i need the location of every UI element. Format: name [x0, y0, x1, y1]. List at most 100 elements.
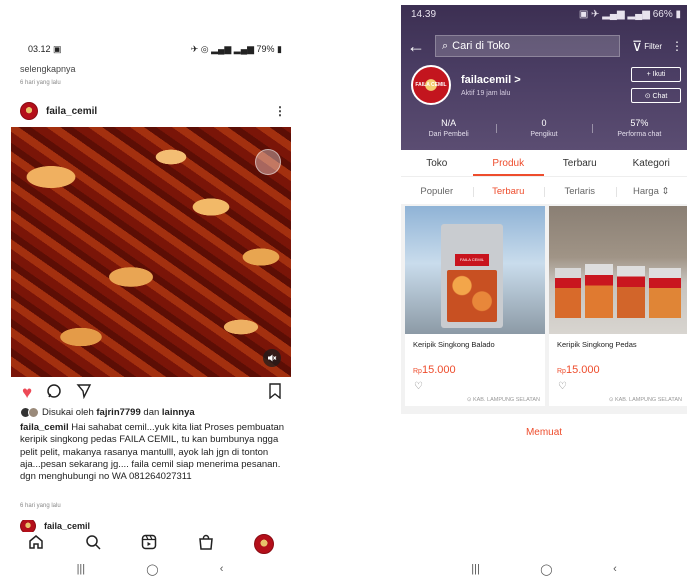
likes-user[interactable]: fajrin7799 [96, 407, 140, 418]
status-time: 03.12 [28, 44, 51, 54]
post-caption: faila_cemil Hai sahabat cemil...yuk kita… [20, 422, 286, 483]
avatar[interactable] [20, 102, 38, 120]
home-button-icon[interactable]: ◯ [146, 563, 158, 580]
video-watermark [255, 149, 281, 175]
avatar[interactable] [20, 520, 36, 532]
signal-icons: ▣ ✈ ▂▄▆ ▂▄▆ [578, 9, 653, 20]
post-time: 6 hari yang lalu [20, 503, 61, 509]
filter-button[interactable]: ⊽ Filter [632, 38, 662, 55]
product-chips [447, 270, 497, 322]
stat-value: N/A [441, 118, 457, 128]
stat-label: Pengikut [530, 131, 558, 138]
liker-avatars [20, 407, 39, 418]
bottom-navigation [12, 532, 286, 556]
shop-info: FAILA CEMIL failacemil > Aktif 19 jam la… [411, 65, 681, 105]
stat-label: Dari Pembeli [428, 131, 469, 138]
shop-search-input[interactable]: ⌕ Cari di Toko [435, 35, 620, 57]
tab-produk[interactable]: Produk [472, 152, 544, 176]
recent-apps-icon[interactable]: ||| [471, 563, 480, 580]
post-username[interactable]: faila_cemil [46, 106, 97, 117]
product-location: ⊙ KAB. LAMPUNG SELATAN [466, 397, 540, 403]
product-price: Rp15.000 [557, 364, 600, 376]
shop-active-status: Aktif 19 jam lalu [461, 89, 511, 97]
previous-post-time: 6 hari yang lalu [20, 80, 61, 86]
next-post-username[interactable]: faila_cemil [44, 521, 90, 531]
volume-off-icon[interactable] [263, 349, 281, 367]
home-button-icon[interactable]: ◯ [540, 563, 552, 580]
product-package [555, 268, 581, 318]
product-location: ⊙ KAB. LAMPUNG SELATAN [608, 397, 682, 403]
follow-button[interactable]: + Ikuti [631, 67, 681, 82]
post-video[interactable] [11, 127, 291, 377]
more-options-icon[interactable]: ⋮ [671, 39, 683, 53]
stat-chat-performance: 57% Performa chat [591, 118, 687, 146]
reels-icon[interactable] [141, 534, 157, 554]
system-navigation: ||| ◯ ‹ [401, 563, 687, 580]
more-options-icon[interactable]: ⋮ [274, 104, 286, 118]
back-button-icon[interactable]: ‹ [220, 563, 224, 580]
recent-apps-icon[interactable]: ||| [77, 563, 86, 580]
sort-populer[interactable]: Populer [401, 180, 473, 204]
sort-terlaris[interactable]: Terlaris [544, 180, 616, 204]
shop-logo-text: FAILA CEMIL [415, 82, 447, 88]
chat-button[interactable]: ⊙ Chat [631, 88, 681, 103]
home-icon[interactable] [28, 534, 44, 554]
product-image [549, 206, 687, 334]
next-post-header: faila_cemil [20, 520, 90, 532]
signal-icons: ✈ ◎ ▂▄▆ ▂▄▆ [190, 44, 257, 54]
comment-icon[interactable] [46, 383, 62, 404]
shop-logo[interactable]: FAILA CEMIL [411, 65, 451, 105]
stat-value: 0 [541, 118, 547, 128]
shop-icon[interactable] [198, 534, 214, 554]
tab-terbaru[interactable]: Terbaru [544, 152, 616, 176]
caption-username[interactable]: faila_cemil [20, 422, 69, 433]
shop-tabs: Toko Produk Terbaru Kategori [401, 152, 687, 177]
shop-stats: N/A Dari Pembeli 0 Pengikut 57% Performa… [401, 118, 687, 146]
stat-followers: 0 Pengikut [496, 118, 591, 146]
package-label: FAILA CEMIL [455, 254, 489, 266]
likes-others[interactable]: lainnya [162, 407, 195, 418]
sort-harga[interactable]: Harga ⇕ [615, 180, 687, 204]
likes-and: dan [143, 407, 160, 418]
product-card[interactable]: FAILA CEMIL Keripik Singkong Balado Rp15… [405, 206, 545, 406]
heart-icon[interactable]: ♡ [414, 381, 423, 392]
product-price: Rp15.000 [413, 364, 456, 376]
battery-level: 66% [652, 9, 673, 20]
like-heart-icon[interactable]: ♥ [22, 383, 32, 403]
product-image: FAILA CEMIL [405, 206, 545, 334]
status-bar: 03.12 ▣ ✈ ◎ ▂▄▆ ▂▄▆ 79% ▮ [28, 44, 282, 58]
product-package [649, 268, 681, 318]
share-icon[interactable] [76, 383, 92, 404]
shopee-screen: 14.39 ▣ ✈ ▂▄▆ ▂▄▆ 66% ▮ ← ⌕ Cari di Toko… [401, 0, 687, 580]
post-actions: ♥ [22, 382, 282, 404]
bookmark-icon[interactable] [268, 382, 282, 404]
shop-name[interactable]: failacemil > [461, 74, 521, 86]
tab-kategori[interactable]: Kategori [616, 152, 687, 176]
product-package [617, 266, 645, 318]
back-button-icon[interactable]: ‹ [613, 563, 617, 580]
stat-rating: N/A Dari Pembeli [401, 118, 496, 146]
previous-post-more-link[interactable]: selengkapnya [20, 64, 76, 74]
price-value: 15.000 [421, 364, 456, 376]
gallery-icon: ▣ [53, 44, 62, 54]
filter-label: Filter [644, 41, 663, 51]
stat-label: Performa chat [617, 131, 662, 138]
tab-toko[interactable]: Toko [401, 152, 473, 176]
battery-icon: ▮ [672, 9, 681, 20]
search-icon[interactable] [85, 534, 101, 554]
battery-icon: ▮ [274, 44, 282, 54]
profile-avatar[interactable] [254, 534, 274, 554]
sort-tabs: Populer Terbaru Terlaris Harga ⇕ [401, 180, 687, 204]
search-placeholder: Cari di Toko [452, 40, 511, 52]
shop-header: 14.39 ▣ ✈ ▂▄▆ ▂▄▆ 66% ▮ ← ⌕ Cari di Toko… [401, 5, 687, 150]
back-arrow-icon[interactable]: ← [407, 36, 427, 57]
status-time: 14.39 [411, 9, 437, 20]
sort-terbaru[interactable]: Terbaru [472, 180, 545, 204]
product-card[interactable]: Keripik Singkong Pedas Rp15.000 ♡ ⊙ KAB.… [549, 206, 687, 406]
filter-icon: ⊽ [632, 37, 643, 54]
instagram-screen: 03.12 ▣ ✈ ◎ ▂▄▆ ▂▄▆ 79% ▮ selengkapnya 6… [0, 0, 300, 580]
post-header: faila_cemil ⋮ [20, 100, 286, 122]
heart-icon[interactable]: ♡ [558, 381, 567, 392]
likes-summary[interactable]: Disukai oleh fajrin7799 dan lainnya [20, 407, 286, 418]
search-row: ← ⌕ Cari di Toko ⊽ Filter ⋮ [407, 35, 683, 57]
